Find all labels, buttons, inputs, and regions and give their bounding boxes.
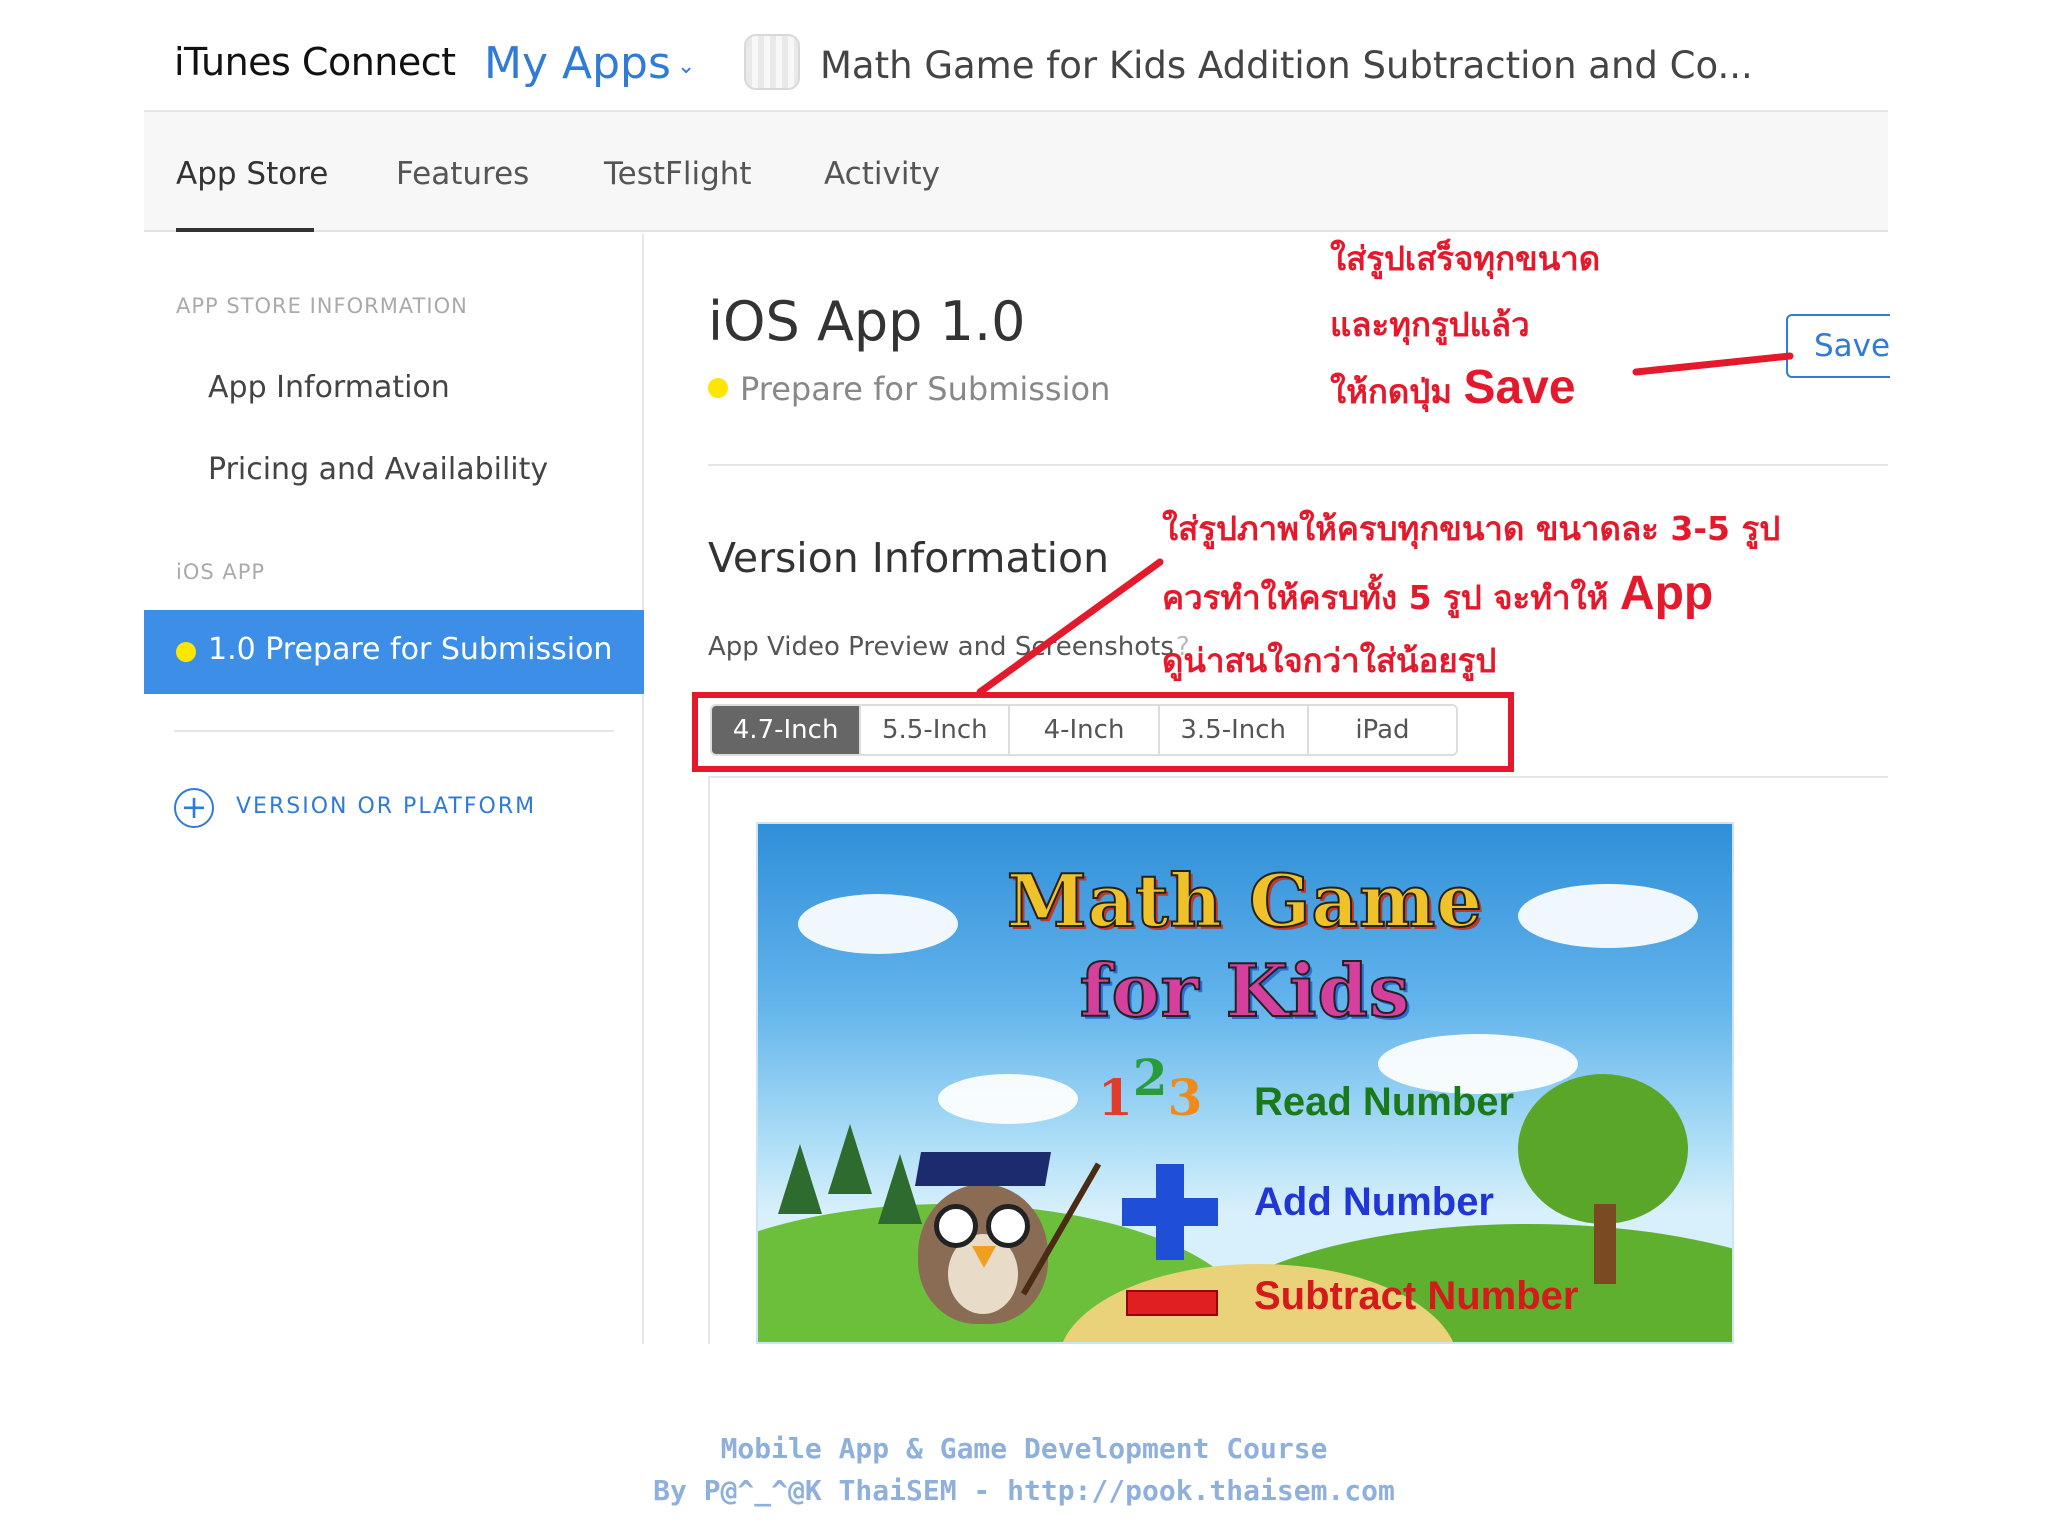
number-2: 2 <box>1132 1048 1168 1107</box>
chevron-down-icon: ⌄ <box>676 53 696 79</box>
number-3: 3 <box>1167 1068 1203 1127</box>
page-title: iOS App 1.0 <box>708 290 1026 353</box>
annotation-emphasis: App <box>1619 567 1714 620</box>
sidebar-section-ios-app: iOS APP <box>176 560 266 584</box>
arrow-to-save <box>1632 352 1794 376</box>
tree-shape <box>828 1124 872 1194</box>
add-version-label: VERSION OR PLATFORM <box>236 794 537 819</box>
credit-line1: Mobile App & Game Development Course <box>720 1432 1328 1465</box>
annotation-save-line3: ให้กดปุ่ม Save <box>1330 360 1576 418</box>
feature-add-number: Add Number <box>1254 1180 1494 1224</box>
feature-read-number: Read Number <box>1254 1080 1515 1124</box>
tab-bar: App Store Features TestFlight Activity <box>144 112 1888 232</box>
app-title: Math Game for Kids Addition Subtraction … <box>820 44 1753 87</box>
plus-circle-icon: + <box>174 788 214 828</box>
owl-teacher-illustration <box>908 1124 1058 1324</box>
status-text: Prepare for Submission <box>708 370 1110 408</box>
annotation-highlight-box <box>692 692 1514 772</box>
credit-line2: By P@^_^@K ThaiSEM - http://pook.thaisem… <box>653 1474 1395 1507</box>
sidebar-section-app-store-info: APP STORE INFORMATION <box>176 294 468 318</box>
itunes-connect-logo[interactable]: iTunes Connect <box>174 40 456 84</box>
sidebar-item-version-1-0[interactable]: 1.0 Prepare for Submission <box>144 610 644 694</box>
annotation-shots-line3: ดูน่าสนใจกว่าใส่น้อยรูป <box>1162 641 1497 680</box>
plus-sign-icon <box>1122 1164 1218 1260</box>
tab-testflight[interactable]: TestFlight <box>604 156 752 192</box>
my-apps-dropdown[interactable]: My Apps ⌄ <box>484 38 695 89</box>
top-bar: iTunes Connect My Apps ⌄ Math Game for Ki… <box>144 0 1888 112</box>
annotation-save-line2: และทุกรูปแล้ว <box>1330 305 1530 344</box>
cloud-shape <box>938 1074 1078 1124</box>
game-title-line2: for Kids <box>1079 947 1411 1034</box>
sidebar: APP STORE INFORMATION App Information Pr… <box>144 234 644 1344</box>
active-tab-indicator <box>176 228 314 232</box>
sidebar-divider <box>174 730 614 732</box>
annotation-save-line1: ใส่รูปเสร็จทุกขนาด <box>1330 239 1601 278</box>
status-dot-icon <box>176 642 196 662</box>
app-icon <box>744 34 800 90</box>
section-title: Version Information <box>708 534 1110 582</box>
tree-trunk-shape <box>1594 1204 1616 1284</box>
sidebar-item-pricing[interactable]: Pricing and Availability <box>208 452 548 487</box>
annotation-text: ให้กดปุ่ม <box>1330 372 1464 411</box>
tree-crown-shape <box>1518 1074 1688 1224</box>
annotation-shots-line1: ใส่รูปภาพให้ครบทุกขนาด ขนาดละ 3-5 รูป <box>1162 509 1781 548</box>
annotation-text: ควรทำให้ครบทั้ง 5 รูป จะทำให้ <box>1162 578 1620 617</box>
my-apps-label: My Apps <box>484 38 671 89</box>
annotation-shots-line2: ควรทำให้ครบทั้ง 5 รูป จะทำให้ App <box>1162 566 1713 624</box>
app-screenshot-preview[interactable]: Math Game for Kids 123 Read Number Add N… <box>756 822 1734 1344</box>
status-label: Prepare for Submission <box>740 370 1111 408</box>
save-button[interactable]: Save <box>1786 314 1890 378</box>
game-title-line1: Math Game <box>1006 857 1484 944</box>
number-1: 1 <box>1098 1068 1133 1127</box>
tree-shape <box>778 1144 822 1214</box>
feature-subtract-number: Subtract Number <box>1254 1274 1579 1318</box>
tab-app-store[interactable]: App Store <box>176 156 328 192</box>
status-dot-icon <box>708 378 728 398</box>
divider <box>708 464 1888 466</box>
sidebar-item-app-information[interactable]: App Information <box>208 370 450 405</box>
sidebar-item-label: 1.0 Prepare for Submission <box>208 632 613 667</box>
numbers-graphic: 123 <box>1098 1048 1203 1127</box>
tab-features[interactable]: Features <box>396 156 529 192</box>
minus-sign-icon <box>1126 1290 1218 1316</box>
media-label: App Video Preview and Screenshots <box>708 632 1174 662</box>
annotation-emphasis: Save <box>1463 361 1576 414</box>
tab-activity[interactable]: Activity <box>824 156 940 192</box>
